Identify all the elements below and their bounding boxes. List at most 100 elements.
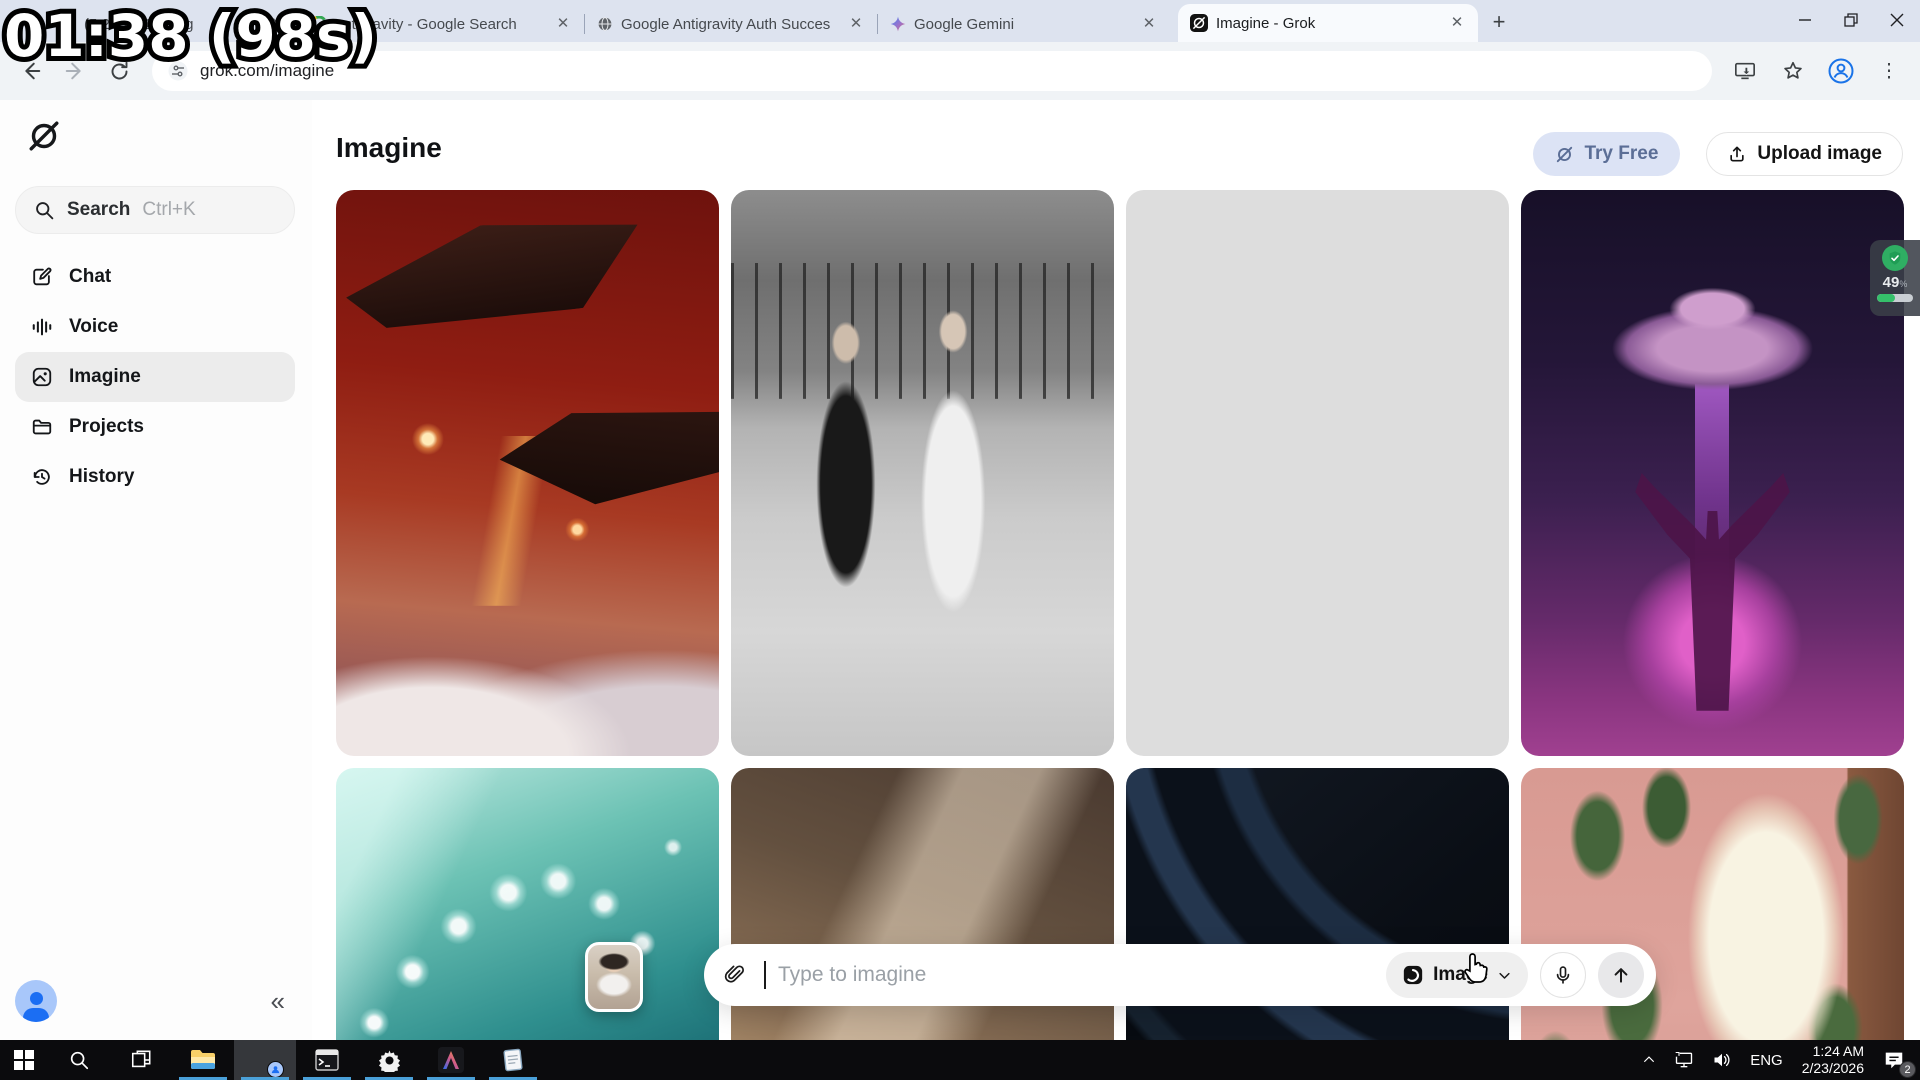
language-indicator[interactable]: ENG (1741, 1040, 1792, 1080)
taskbar-clock[interactable]: 1:24 AM 2/23/2026 (1792, 1043, 1874, 1077)
tab-close-icon[interactable]: ✕ (266, 13, 288, 35)
upload-image-button[interactable]: Upload image (1706, 132, 1903, 176)
action-center-button[interactable]: 2 (1874, 1040, 1914, 1080)
tab-close-icon[interactable]: ✕ (845, 13, 867, 35)
tab-title: Imagine - Grok (1216, 15, 1438, 32)
install-app-icon[interactable] (1726, 52, 1764, 90)
security-widget[interactable]: 49% (1870, 240, 1920, 316)
tab-grok-active[interactable]: Imagine - Grok ✕ (1178, 4, 1478, 42)
text-caret (764, 961, 766, 989)
tray-chevron-icon[interactable] (1633, 1040, 1665, 1080)
collapse-sidebar-icon[interactable]: « (271, 986, 295, 1017)
reload-icon[interactable] (100, 52, 138, 90)
clock-date: 2/23/2026 (1802, 1060, 1864, 1077)
google-icon (311, 16, 327, 32)
volume-icon[interactable] (1703, 1040, 1741, 1080)
sidebar-item-chat[interactable]: Chat (15, 252, 295, 302)
gallery-image[interactable] (336, 190, 719, 756)
sidebar-item-projects[interactable]: Projects (15, 402, 295, 452)
gmail-icon (60, 16, 76, 32)
image-gallery (336, 190, 1904, 1040)
notepad-button[interactable] (482, 1040, 544, 1080)
prompt-input[interactable]: Type to imagine (778, 963, 1374, 987)
tab-close-icon[interactable]: ✕ (1446, 12, 1468, 34)
tab-title: Google Antigravity Auth Succes (621, 16, 837, 33)
microphone-button[interactable] (1540, 952, 1586, 998)
history-icon (31, 466, 53, 488)
gallery-image[interactable] (731, 190, 1114, 756)
profile-avatar-icon[interactable] (1822, 52, 1860, 90)
tab-gmail[interactable]: (5,296) - 252@g ✕ (48, 6, 298, 42)
back-icon[interactable] (12, 52, 50, 90)
widget-progress-bar (1877, 294, 1913, 302)
voice-waveform-icon (31, 316, 53, 338)
gallery-image[interactable] (1521, 190, 1904, 756)
restore-button[interactable] (1828, 0, 1874, 40)
taskbar-search-button[interactable] (48, 1040, 110, 1080)
page-title: Imagine (336, 132, 442, 164)
tab-title: antigravity - Google Search (335, 16, 544, 33)
address-bar[interactable]: grok.com/imagine (152, 51, 1712, 91)
tab-close-icon[interactable]: ✕ (552, 13, 574, 35)
grok-icon (1190, 14, 1208, 32)
terminal-button[interactable] (296, 1040, 358, 1080)
chrome-profile-badge (267, 1061, 284, 1078)
globe-icon (597, 16, 613, 32)
widget-percent: 49 (1883, 274, 1900, 291)
file-explorer-button[interactable] (172, 1040, 234, 1080)
taskbar: ENG 1:24 AM 2/23/2026 2 (0, 1040, 1920, 1080)
browser-menu-icon[interactable]: ⋮ (1870, 52, 1908, 90)
gallery-image[interactable] (336, 768, 719, 1040)
sidebar-item-imagine[interactable]: Imagine (15, 352, 295, 402)
upload-icon (1727, 144, 1747, 164)
page-header: Imagine Try Free Upload image (312, 100, 1920, 190)
tab-auth[interactable]: Google Antigravity Auth Succes ✕ (585, 6, 877, 42)
try-free-button[interactable]: Try Free (1533, 132, 1680, 176)
attachment-icon[interactable] (724, 964, 746, 986)
task-view-button[interactable] (110, 1040, 172, 1080)
window-controls (1782, 0, 1920, 40)
gallery-image[interactable] (1126, 190, 1509, 756)
notification-badge: 2 (1899, 1061, 1916, 1078)
submit-button[interactable] (1598, 952, 1644, 998)
settings-button[interactable] (358, 1040, 420, 1080)
search-input[interactable]: Search Ctrl+K (15, 186, 295, 234)
media-thumbnail[interactable] (585, 942, 643, 1012)
user-avatar[interactable] (15, 980, 57, 1022)
sidebar-item-label: Projects (69, 416, 144, 438)
tab-close-icon[interactable]: ✕ (1138, 13, 1160, 35)
forward-icon[interactable] (56, 52, 94, 90)
sidebar-item-label: History (69, 466, 134, 488)
bookmark-star-icon[interactable] (1774, 52, 1812, 90)
minimize-button[interactable] (1782, 0, 1828, 40)
tab-title: (5,296) - 252@g (84, 16, 258, 33)
clock-time: 1:24 AM (1813, 1043, 1864, 1060)
site-settings-icon[interactable] (168, 61, 188, 81)
antigravity-app-button[interactable] (420, 1040, 482, 1080)
sidebar-item-label: Chat (69, 266, 111, 288)
network-icon[interactable] (1665, 1040, 1703, 1080)
search-label: Search (67, 199, 130, 221)
tab-google-search[interactable]: antigravity - Google Search ✕ (299, 6, 584, 42)
upload-image-label: Upload image (1757, 143, 1882, 165)
shield-check-icon (1882, 245, 1908, 271)
url-text: grok.com/imagine (200, 61, 334, 81)
widget-unit: % (1899, 279, 1907, 289)
mouse-cursor (1462, 952, 1492, 991)
folder-icon (31, 416, 53, 438)
tab-gemini[interactable]: Google Gemini ✕ (878, 6, 1170, 42)
sidebar-item-history[interactable]: History (15, 452, 295, 502)
chrome-taskbar-button[interactable] (234, 1040, 296, 1080)
system-tray: ENG 1:24 AM 2/23/2026 2 (1633, 1040, 1920, 1080)
mode-dropdown[interactable]: Image (1386, 952, 1528, 998)
prompt-bar: Type to imagine Image (704, 944, 1656, 1006)
screen: (5,296) - 252@g ✕ antigravity - Google S… (0, 0, 1920, 1080)
tab-strip: (5,296) - 252@g ✕ antigravity - Google S… (0, 0, 1920, 42)
new-tab-button[interactable]: + (1484, 8, 1514, 38)
close-window-button[interactable] (1874, 0, 1920, 40)
sidebar-item-voice[interactable]: Voice (15, 302, 295, 352)
grok-mini-icon (1555, 145, 1574, 164)
start-button[interactable] (0, 1040, 48, 1080)
sidebar-item-label: Imagine (69, 366, 141, 388)
chevron-down-icon (1497, 968, 1512, 983)
